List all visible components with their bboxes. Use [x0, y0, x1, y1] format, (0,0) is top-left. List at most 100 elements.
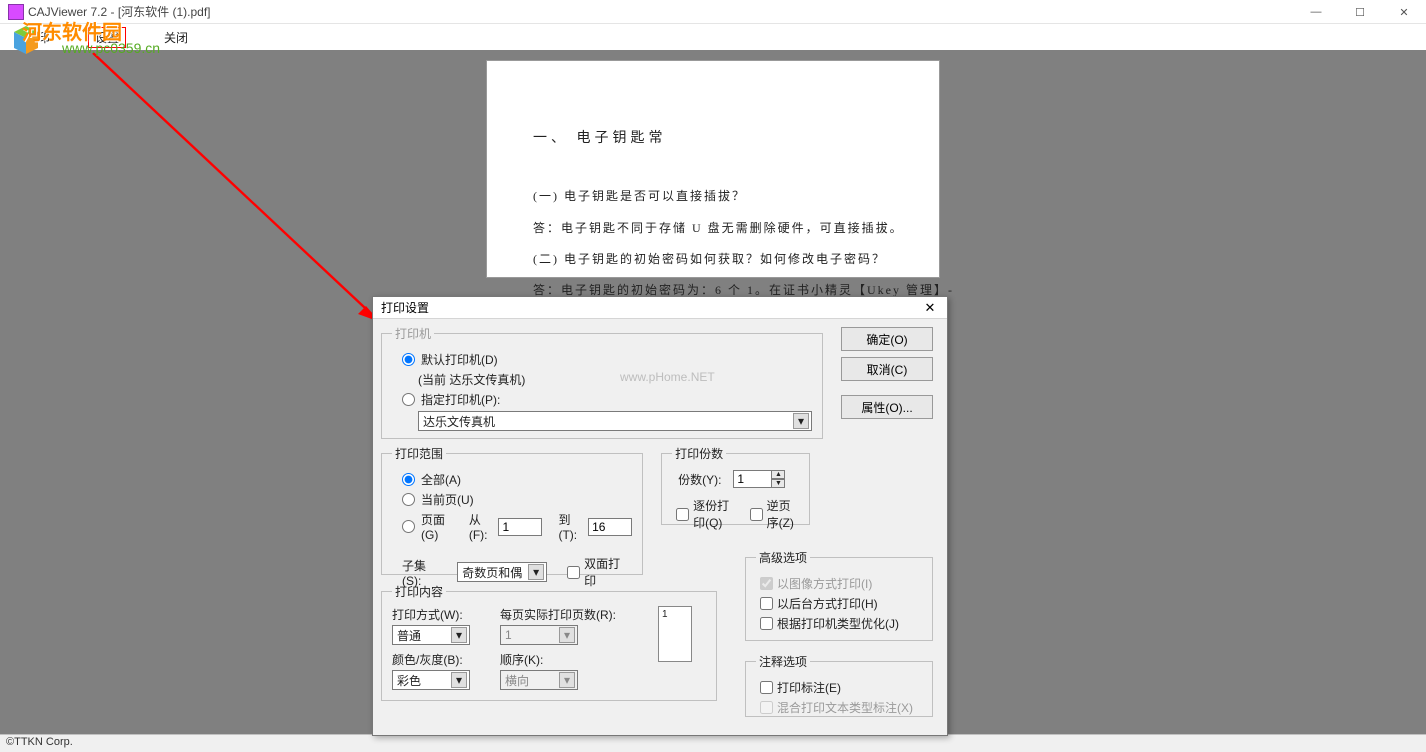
radio-default-printer-input[interactable]	[402, 353, 415, 366]
per-page-value: 1	[505, 628, 512, 642]
printer-select-value: 达乐文传真机	[423, 413, 495, 430]
close-window-button[interactable]: ✕	[1382, 0, 1426, 24]
content-legend: 打印内容	[392, 583, 446, 600]
doc-paragraph: (一) 电子钥匙是否可以直接插拔？	[533, 181, 893, 212]
print-settings-dialog: 打印设置 ✕ 确定(O) 取消(C) 属性(O)... 打印机 默认打印机(D)…	[372, 296, 948, 736]
dialog-close-button[interactable]: ✕	[919, 299, 941, 317]
radio-all-label: 全部(A)	[421, 471, 461, 488]
order-select: 横向 ▾	[500, 670, 578, 690]
spin-down-icon[interactable]: ▼	[771, 479, 785, 488]
advanced-legend: 高级选项	[756, 549, 810, 566]
radio-specify-printer-input[interactable]	[402, 393, 415, 406]
subset-select-value: 奇数页和偶	[462, 564, 522, 581]
layout-preview-value: 1	[659, 607, 691, 622]
reverse-label: 逆页序(Z)	[767, 497, 799, 531]
radio-default-printer-label: 默认打印机(D)	[421, 351, 498, 368]
copy-count-label: 份数(Y):	[678, 471, 721, 488]
background-checkbox[interactable]	[760, 597, 773, 610]
optimize-checkbox[interactable]	[760, 617, 773, 630]
advanced-group: 高级选项 以图像方式打印(I) 以后台方式打印(H) 根据打印机类型优化(J)	[745, 549, 933, 641]
print-notes-checkbox[interactable]	[760, 681, 773, 694]
print-range-group: 打印范围 全部(A) 当前页(U) 页面(G) 从(F): 到(T):	[381, 445, 643, 575]
to-label: 到(T):	[558, 511, 582, 542]
subset-select[interactable]: 奇数页和偶 ▾	[457, 562, 547, 582]
current-printer-text: (当前 达乐文传真机)	[418, 371, 812, 388]
per-page-select: 1 ▾	[500, 625, 578, 645]
minimize-button[interactable]: —	[1294, 0, 1338, 24]
print-mode-label: 打印方式(W):	[392, 606, 480, 623]
reverse-checkbox[interactable]	[750, 508, 763, 521]
reverse-check[interactable]: 逆页序(Z)	[750, 497, 799, 531]
copy-count-spinner[interactable]: ▲ ▼	[733, 470, 785, 488]
optimize-label: 根据打印机类型优化(J)	[777, 615, 899, 632]
duplex-check[interactable]: 双面打印	[567, 555, 632, 589]
print-mode-value: 普通	[397, 627, 421, 644]
window-controls: — ☐ ✕	[1294, 0, 1426, 24]
duplex-checkbox[interactable]	[567, 566, 580, 579]
mixed-notes-label: 混合打印文本类型标注(X)	[777, 699, 913, 716]
color-select[interactable]: 彩色 ▾	[392, 670, 470, 690]
print-range-legend: 打印范围	[392, 445, 446, 462]
from-input[interactable]	[498, 518, 542, 536]
copies-legend: 打印份数	[672, 445, 726, 462]
menu-print[interactable]: 打印	[20, 28, 56, 47]
radio-specify-printer-label: 指定打印机(P):	[421, 391, 500, 408]
radio-default-printer[interactable]: 默认打印机(D)	[402, 351, 812, 368]
to-input[interactable]	[588, 518, 632, 536]
maximize-button[interactable]: ☐	[1338, 0, 1382, 24]
background-label: 以后台方式打印(H)	[777, 595, 878, 612]
chevron-down-icon: ▾	[528, 564, 544, 580]
titlebar: CAJViewer 7.2 - [河东软件 (1).pdf] — ☐ ✕	[0, 0, 1426, 24]
printer-select[interactable]: 达乐文传真机 ▾	[418, 411, 812, 431]
duplex-label: 双面打印	[584, 555, 632, 589]
layout-preview: 1	[658, 606, 692, 662]
doc-heading: 一、 电子钥匙常	[533, 121, 893, 157]
app-icon	[8, 4, 24, 20]
dialog-titlebar[interactable]: 打印设置 ✕	[373, 297, 947, 319]
window-title: CAJViewer 7.2 - [河东软件 (1).pdf]	[28, 3, 211, 20]
as-image-checkbox	[760, 577, 773, 590]
radio-current-page-input[interactable]	[402, 493, 415, 506]
radio-page-range[interactable]: 页面(G) 从(F): 到(T):	[402, 511, 632, 542]
properties-button[interactable]: 属性(O)...	[841, 395, 933, 419]
radio-all[interactable]: 全部(A)	[402, 471, 632, 488]
menubar: 打印 设置 关闭	[0, 24, 1426, 50]
radio-current-page[interactable]: 当前页(U)	[402, 491, 632, 508]
menu-settings[interactable]: 设置	[88, 27, 126, 48]
pdf-page: 一、 电子钥匙常 (一) 电子钥匙是否可以直接插拔？ 答：电子钥匙不同于存储 U…	[486, 60, 940, 278]
collate-checkbox[interactable]	[676, 508, 689, 521]
content-group: 打印内容 打印方式(W): 普通 ▾ 颜色/灰度(B): 彩色 ▾ 每页实际打印…	[381, 583, 717, 701]
radio-current-page-label: 当前页(U)	[421, 491, 474, 508]
doc-paragraph: (二) 电子钥匙的初始密码如何获取？如何修改电子密码？	[533, 244, 893, 275]
radio-specify-printer[interactable]: 指定打印机(P):	[402, 391, 812, 408]
spin-up-icon[interactable]: ▲	[771, 470, 785, 479]
as-image-check: 以图像方式打印(I)	[760, 575, 922, 592]
notes-group: 注释选项 打印标注(E) 混合打印文本类型标注(X)	[745, 653, 933, 717]
print-notes-check[interactable]: 打印标注(E)	[760, 679, 922, 696]
cancel-button[interactable]: 取消(C)	[841, 357, 933, 381]
dialog-button-column: 确定(O) 取消(C) 属性(O)...	[841, 327, 933, 419]
color-value: 彩色	[397, 672, 421, 689]
ok-button[interactable]: 确定(O)	[841, 327, 933, 351]
optimize-check[interactable]: 根据打印机类型优化(J)	[760, 615, 922, 632]
copy-count-input[interactable]	[733, 470, 771, 488]
printer-legend: 打印机	[392, 325, 434, 342]
radio-page-range-input[interactable]	[402, 520, 415, 533]
chevron-down-icon: ▾	[559, 627, 575, 643]
chevron-down-icon: ▾	[451, 672, 467, 688]
menu-close[interactable]: 关闭	[158, 28, 194, 47]
collate-check[interactable]: 逐份打印(Q)	[676, 497, 736, 531]
color-label: 颜色/灰度(B):	[392, 651, 480, 668]
per-page-label: 每页实际打印页数(R):	[500, 606, 640, 623]
radio-all-input[interactable]	[402, 473, 415, 486]
radio-page-range-label: 页面(G)	[421, 511, 453, 542]
mixed-notes-checkbox	[760, 701, 773, 714]
print-mode-select[interactable]: 普通 ▾	[392, 625, 470, 645]
background-check[interactable]: 以后台方式打印(H)	[760, 595, 922, 612]
chevron-down-icon: ▾	[559, 672, 575, 688]
as-image-label: 以图像方式打印(I)	[777, 575, 872, 592]
doc-paragraph: 答：电子钥匙不同于存储 U 盘无需删除硬件，可直接插拔。	[533, 213, 893, 244]
from-label: 从(F):	[469, 511, 493, 542]
statusbar: ©TTKN Corp.	[0, 734, 1426, 752]
status-text: ©TTKN Corp.	[6, 736, 73, 748]
